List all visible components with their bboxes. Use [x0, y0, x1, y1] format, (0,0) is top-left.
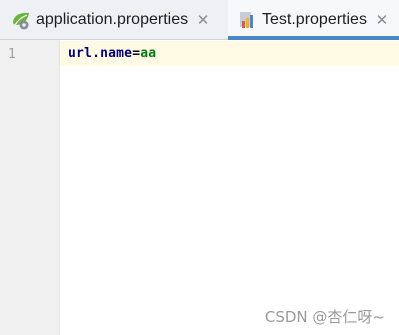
- property-value: aa: [140, 46, 157, 61]
- code-line[interactable]: url.name=aa: [68, 46, 156, 61]
- line-number-gutter: 1: [0, 40, 60, 335]
- property-key: url.name: [68, 46, 133, 61]
- close-icon[interactable]: ✕: [196, 11, 210, 29]
- tab-label: application.properties: [36, 11, 189, 28]
- properties-file-icon: [236, 9, 258, 31]
- watermark: CSDN @杏仁呀~: [264, 308, 385, 326]
- close-icon[interactable]: ✕: [375, 11, 389, 29]
- editor-tab-bar: application.properties ✕ Test.properties…: [0, 0, 399, 40]
- spring-leaf-icon: [10, 9, 32, 31]
- tab-label: Test.properties: [262, 11, 367, 28]
- tab-test-properties[interactable]: Test.properties ✕: [228, 0, 399, 40]
- line-number: 1: [8, 47, 16, 62]
- tab-application-properties[interactable]: application.properties ✕: [0, 0, 222, 40]
